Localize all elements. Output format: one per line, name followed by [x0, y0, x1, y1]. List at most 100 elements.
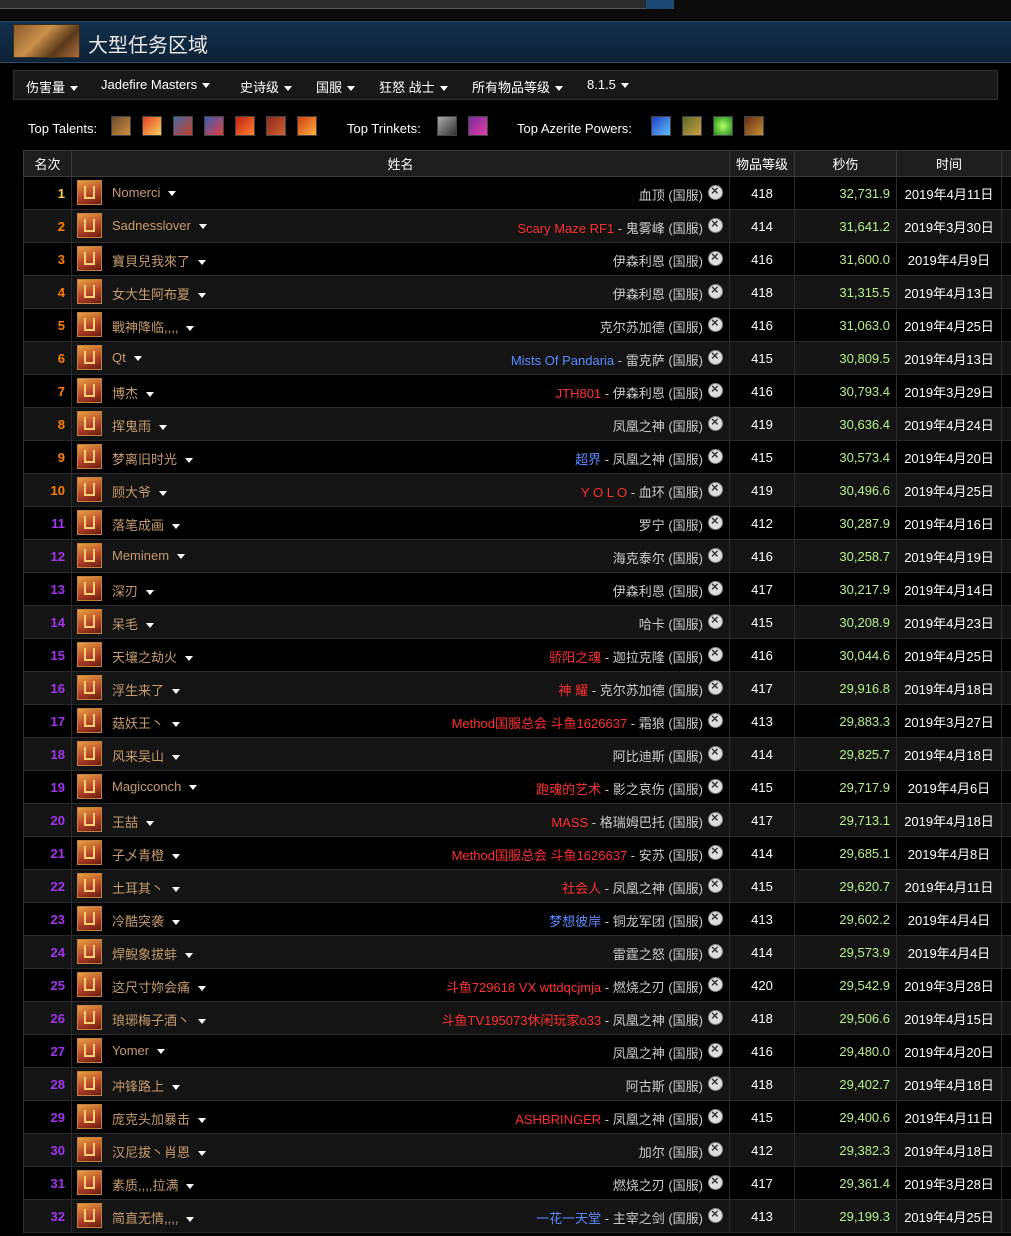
date-cell[interactable]: 2019年3月28日 [896, 968, 1002, 1002]
filter-item-level[interactable]: 所有物品等级 [472, 77, 564, 96]
table-row[interactable]: 17菇妖王丶Method国服总会 斗鱼1626637 - 霜狼 (国服)4132… [23, 704, 1011, 738]
chevron-down-icon[interactable] [172, 854, 181, 860]
date-cell[interactable]: 2019年4月24日 [896, 407, 1002, 441]
chevron-down-icon[interactable] [186, 1217, 195, 1223]
player-name-link[interactable]: 天壤之劫火 [112, 647, 194, 666]
player-name-link[interactable]: Meminem [112, 548, 186, 563]
player-name-link[interactable]: 顾大爷 [112, 482, 168, 501]
player-name-link[interactable]: 土耳其丶 [112, 878, 181, 897]
search-button[interactable] [646, 0, 674, 9]
chevron-down-icon[interactable] [198, 986, 207, 992]
table-row[interactable]: 14 呆毛 哈卡 (国服) 41530,208.92019年4月23日 [23, 605, 1011, 639]
talent-icon[interactable] [142, 116, 162, 136]
talent-icon[interactable] [204, 116, 224, 136]
guild-name[interactable]: ASHBRINGER [515, 1112, 601, 1127]
player-name-link[interactable]: 落笔成画 [112, 515, 181, 534]
player-name-link[interactable]: 寶貝兒我來了 [112, 251, 207, 270]
table-row[interactable]: 28 冲锋路上 阿古斯 (国服) 41829,402.72019年4月18日 [23, 1067, 1011, 1101]
player-name-link[interactable]: 焊鲵象拔蚌 [112, 944, 194, 963]
chevron-down-icon[interactable] [186, 1184, 195, 1190]
chevron-down-icon[interactable] [159, 491, 168, 497]
table-row[interactable]: 12 Meminem 海克泰尔 (国服) 41630,258.72019年4月19日 [23, 539, 1011, 573]
player-name-link[interactable]: 挥鬼雨 [112, 416, 168, 435]
table-row[interactable]: 21子乄青橙Method国服总会 斗鱼1626637 - 安苏 (国服)4142… [23, 836, 1011, 870]
filter-spec[interactable]: 狂怒 战士 [379, 77, 448, 96]
table-row[interactable]: 30 汉尼拔丶肖恩 加尔 (国服) 41229,382.32019年4月18日 [23, 1133, 1011, 1167]
player-name-link[interactable]: 子乄青橙 [112, 845, 181, 864]
table-row[interactable]: 11 落笔成画 罗宁 (国服) 41230,287.92019年4月16日 [23, 506, 1011, 540]
chevron-down-icon[interactable] [159, 425, 168, 431]
player-name-link[interactable]: 素质,,,,拉满 [112, 1175, 195, 1194]
player-name-link[interactable]: 庞克头加暴击 [112, 1109, 207, 1128]
date-cell[interactable]: 2019年4月16日 [896, 506, 1002, 540]
chevron-down-icon[interactable] [172, 689, 181, 695]
chevron-down-icon[interactable] [177, 554, 186, 560]
table-row[interactable]: 23 冷酷突袭 梦想彼岸 - 铜龙军团 (国服) 41329,602.22019年4月… [23, 902, 1011, 936]
filter-difficulty[interactable]: 史诗级 [240, 77, 293, 96]
date-cell[interactable]: 2019年4月19日 [896, 539, 1002, 573]
chevron-down-icon[interactable] [198, 1019, 207, 1025]
guild-name[interactable]: Method国服总会 斗鱼1626637 [452, 716, 628, 731]
table-row[interactable]: 13 深刃 伊森利恩 (国服) 41730,217.92019年4月14日 [23, 572, 1011, 606]
guild-name[interactable]: 超界 [575, 452, 601, 467]
table-row[interactable]: 22 土耳其丶 社会人 - 凤凰之神 (国服) 41529,620.72019年4月1… [23, 869, 1011, 903]
chevron-down-icon[interactable] [172, 1085, 181, 1091]
table-row[interactable]: 24 焊鲵象拔蚌 雷霆之怒 (国服) 41429,573.92019年4月4日 [23, 935, 1011, 969]
date-cell[interactable]: 2019年4月25日 [896, 638, 1002, 672]
azerite-icon[interactable] [651, 116, 671, 136]
table-row[interactable]: 9 梦离旧时光 超界 - 凤凰之神 (国服) 41530,573.42019年4月20… [23, 440, 1011, 474]
table-row[interactable]: 18 风来吴山 阿比迪斯 (国服) 41429,825.72019年4月18日 [23, 737, 1011, 771]
player-name-link[interactable]: Qt [112, 350, 142, 365]
player-name-link[interactable]: 冲锋路上 [112, 1076, 181, 1095]
guild-name[interactable]: JTH801 [556, 386, 602, 401]
talent-icon[interactable] [266, 116, 286, 136]
table-row[interactable]: 16 浮生来了 神 耀 - 克尔苏加德 (国服) 41729,916.82019年4月… [23, 671, 1011, 705]
guild-name[interactable]: 社会人 [562, 881, 601, 896]
chevron-down-icon[interactable] [168, 191, 177, 197]
player-name-link[interactable]: 女大生阿布夏 [112, 284, 207, 303]
filter-patch[interactable]: 8.1.5 [587, 77, 629, 92]
date-cell[interactable]: 2019年4月6日 [896, 770, 1002, 804]
player-name-link[interactable]: 王喆 [112, 812, 155, 831]
filter-encounter[interactable]: Jadefire Masters [101, 77, 211, 92]
player-name-link[interactable]: Nomerci [112, 185, 177, 200]
chevron-down-icon[interactable] [198, 224, 207, 230]
date-cell[interactable]: 2019年3月28日 [896, 1166, 1002, 1200]
chevron-down-icon[interactable] [185, 458, 194, 464]
talent-icon[interactable] [297, 116, 317, 136]
talent-icon[interactable] [173, 116, 193, 136]
date-cell[interactable]: 2019年4月13日 [896, 275, 1002, 309]
player-name-link[interactable]: 简直无情,,,, [112, 1208, 195, 1227]
chevron-down-icon[interactable] [198, 293, 207, 299]
chevron-down-icon[interactable] [198, 260, 207, 266]
header-date[interactable]: 时间 [896, 150, 1002, 177]
chevron-down-icon[interactable] [198, 1151, 207, 1157]
player-name-link[interactable]: 呆毛 [112, 614, 155, 633]
table-row[interactable]: 6 Qt Mists Of Pandaria - 雷克萨 (国服) 41530,809… [23, 341, 1011, 375]
table-row[interactable]: 19 Magicconch 跑魂的艺术 - 影之哀伤 (国服) 41529,717.9… [23, 770, 1011, 804]
table-row[interactable]: 4 女大生阿布夏 伊森利恩 (国服) 41831,315.52019年4月13日 [23, 275, 1011, 309]
date-cell[interactable]: 2019年4月25日 [896, 473, 1002, 507]
chevron-down-icon[interactable] [172, 722, 181, 728]
player-name-link[interactable]: 这尺寸妳会痛 [112, 977, 207, 996]
chevron-down-icon[interactable] [172, 920, 181, 926]
chevron-down-icon[interactable] [146, 623, 155, 629]
date-cell[interactable]: 2019年4月18日 [896, 803, 1002, 837]
chevron-down-icon[interactable] [146, 392, 155, 398]
player-name-link[interactable]: Sadnesslover [112, 218, 207, 233]
player-name-link[interactable]: 冷酷突袭 [112, 911, 181, 930]
date-cell[interactable]: 2019年4月18日 [896, 1067, 1002, 1101]
guild-name[interactable]: 梦想彼岸 [549, 914, 601, 929]
date-cell[interactable]: 2019年4月20日 [896, 1034, 1002, 1068]
chevron-down-icon[interactable] [198, 1118, 207, 1124]
chevron-down-icon[interactable] [157, 1049, 166, 1055]
guild-name[interactable]: 斗鱼TV195073休闲玩家o33 [441, 1013, 601, 1028]
chevron-down-icon[interactable] [172, 524, 181, 530]
guild-name[interactable]: 一花一天堂 [536, 1211, 601, 1226]
date-cell[interactable]: 2019年4月18日 [896, 737, 1002, 771]
player-name-link[interactable]: 汉尼拔丶肖恩 [112, 1142, 207, 1161]
talent-icon[interactable] [235, 116, 255, 136]
header-rank[interactable]: 名次 [23, 150, 72, 177]
table-row[interactable]: 15 天壤之劫火 骄阳之魂 - 迦拉克隆 (国服) 41630,044.62019年4… [23, 638, 1011, 672]
date-cell[interactable]: 2019年4月18日 [896, 671, 1002, 705]
